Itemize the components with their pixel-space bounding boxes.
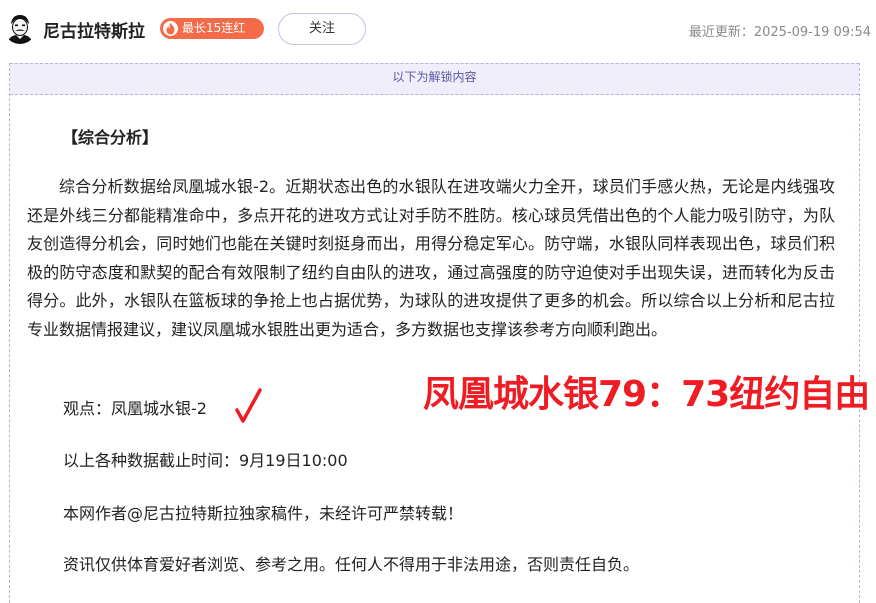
avatar-portrait-icon — [4, 12, 36, 44]
follow-button[interactable]: 关注 — [278, 13, 366, 45]
disclaimer-text: 资讯仅供体育爱好者浏览、参考之用。任何人不得用于非法用途，否则责任自负。 — [63, 555, 640, 574]
unlock-notice-banner: 以下为解锁内容 — [10, 63, 859, 95]
author-name[interactable]: 尼古拉特斯拉 — [43, 17, 145, 42]
section-title: 【综合分析】 — [62, 128, 159, 147]
check-mark-icon — [235, 388, 262, 423]
copyright-notice: 本网作者@尼古拉特斯拉独家稿件，未经许可严禁转载！ — [63, 504, 464, 523]
data-cutoff-text: 以上各种数据截止时间：9月19日10:00 — [63, 451, 348, 470]
update-time: 最近更新：2025-09-19 09:54 — [688, 25, 871, 40]
author-avatar[interactable] — [4, 12, 36, 44]
fire-icon — [163, 21, 178, 36]
streak-badge: 最长15连红 — [160, 18, 264, 39]
final-score-overlay: 凤凰城水银79：73纽约自由 — [423, 374, 870, 415]
analysis-paragraph: 综合分析数据给凤凰城水银-2。近期状态出色的水银队在进攻端火力全开，球员们手感火… — [27, 177, 835, 339]
streak-badge-label: 最长15连红 — [182, 21, 246, 35]
viewpoint-text: 观点：凤凰城水银-2 — [63, 399, 207, 418]
article-header: 尼古拉特斯拉 最长15连红 关注 最近更新：2025-09-19 09:54 — [0, 0, 876, 62]
